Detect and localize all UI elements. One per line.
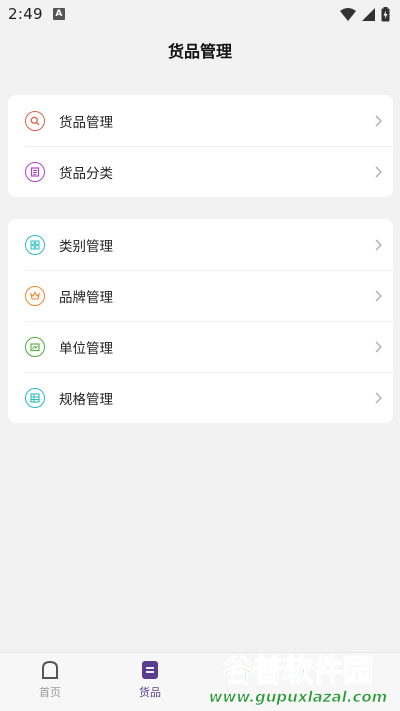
list-icon: [25, 161, 45, 182]
menu-item-brand-management[interactable]: 品牌管理: [8, 270, 393, 321]
title-bar: 货品管理: [0, 28, 400, 72]
menu-card-settings: 类别管理 品牌管理 单位管理 规格管理: [8, 219, 393, 423]
menu-item-spec-management[interactable]: 规格管理: [8, 372, 393, 423]
menu-item-label: 货品分类: [59, 165, 113, 182]
tab-label: 货品: [139, 686, 161, 699]
signal-icon: [362, 7, 375, 21]
menu-item-label: 规格管理: [59, 391, 113, 408]
page-title: 货品管理: [167, 42, 232, 61]
menu-item-label: 货品管理: [59, 114, 113, 131]
watermark-logo: 谷普软件园 www.gupuxlazal.com: [208, 653, 388, 706]
chevron-right-icon: [375, 341, 382, 352]
menu-item-label: 类别管理: [59, 238, 113, 255]
chevron-right-icon: [375, 115, 382, 126]
tab-label: 首页: [39, 686, 61, 699]
svg-text:谷普软件园: 谷普软件园: [223, 654, 373, 689]
unit-icon: [25, 336, 45, 357]
chevron-right-icon: [375, 290, 382, 301]
menu-item-category-management[interactable]: 类别管理: [8, 219, 393, 270]
grid-icon: [25, 234, 45, 255]
notification-icon: A: [52, 8, 65, 20]
chevron-right-icon: [375, 239, 382, 250]
goods-icon: [142, 661, 158, 679]
table-icon: [25, 387, 45, 408]
status-time: 2:49: [8, 5, 43, 23]
menu-item-label: 单位管理: [59, 340, 113, 357]
svg-text:www.gupuxlazal.com: www.gupuxlazal.com: [209, 688, 388, 706]
chevron-right-icon: [375, 166, 382, 177]
menu-item-goods-management[interactable]: 货品管理: [8, 95, 393, 146]
home-icon: [42, 660, 58, 679]
chevron-right-icon: [375, 392, 382, 403]
menu-item-label: 品牌管理: [59, 289, 113, 306]
wifi-icon: [340, 7, 356, 21]
tab-home[interactable]: 首页: [0, 653, 100, 711]
menu-card-goods: 货品管理 货品分类: [8, 95, 393, 197]
menu-item-goods-category[interactable]: 货品分类: [8, 146, 393, 197]
battery-icon: [381, 6, 390, 21]
status-bar: 2:49 A: [0, 0, 400, 28]
crown-icon: [25, 285, 45, 306]
search-icon: [25, 110, 45, 131]
tab-goods[interactable]: 货品: [100, 653, 200, 711]
status-left: 2:49 A: [8, 5, 65, 23]
status-right: [340, 6, 390, 22]
menu-item-unit-management[interactable]: 单位管理: [8, 321, 393, 372]
